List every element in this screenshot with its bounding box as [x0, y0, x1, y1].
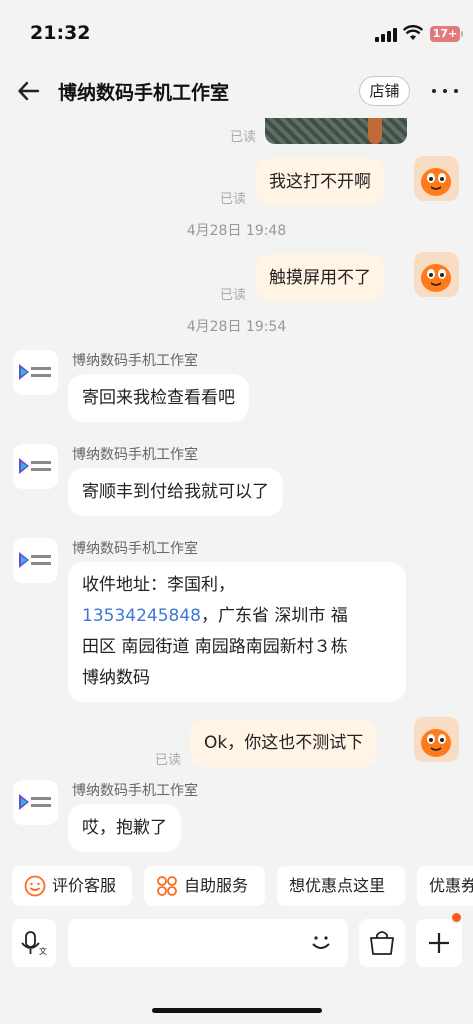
coupon-chip[interactable]: 优惠券: [417, 866, 473, 906]
microphone-icon: 文: [21, 931, 47, 956]
status-bar: 21:32 17+: [0, 0, 473, 60]
shop-avatar[interactable]: [13, 538, 58, 583]
shop-avatar[interactable]: [13, 780, 58, 825]
shopping-bag-button[interactable]: [359, 919, 405, 967]
chip-label: 自助服务: [184, 876, 249, 895]
my-message[interactable]: 触摸屏用不了: [255, 254, 385, 302]
store-button[interactable]: 店铺: [359, 76, 410, 106]
address-line: 田区 南园街道 南园路南园新村３栋: [82, 637, 348, 657]
sender-name: 博纳数码手机工作室: [72, 353, 198, 369]
address-line: 博纳数码: [82, 668, 150, 688]
shop-message[interactable]: 哎，抱歉了: [68, 804, 181, 852]
address-line: 13534245848，广东省 深圳市 福: [82, 601, 392, 632]
shop-message[interactable]: 寄回来我检查看看吧: [68, 374, 249, 422]
chat-area[interactable]: 已读 我这打不开啊 已读 4月28日 19:48 触摸屏用不了 已读 4月28日…: [0, 118, 473, 868]
phone-number-link[interactable]: 13534245848: [82, 606, 201, 626]
timestamp: 4月28日 19:48: [186, 223, 287, 239]
my-avatar[interactable]: [414, 717, 459, 762]
shop-avatar[interactable]: [13, 444, 58, 489]
clock: 21:32: [30, 22, 91, 44]
my-message[interactable]: 我这打不开啊: [255, 158, 385, 206]
chip-label: 想优惠点这里: [289, 876, 386, 895]
discount-chip[interactable]: 想优惠点这里: [277, 866, 405, 906]
wifi-icon: [403, 25, 423, 40]
quick-actions-bar: 评价客服 自助服务 想优惠点这里 优惠券: [0, 866, 473, 908]
my-avatar[interactable]: [414, 156, 459, 201]
shop-message[interactable]: 寄顺丰到付给我就可以了: [68, 468, 283, 516]
chip-label: 评价客服: [52, 876, 117, 895]
orange-mascot-icon: [421, 729, 451, 757]
timestamp: 4月28日 19:54: [186, 319, 287, 335]
address-text: ，广东省 深圳市 福: [200, 606, 348, 626]
plus-icon: [429, 933, 449, 953]
voice-input-button[interactable]: 文: [12, 919, 56, 967]
shop-logo-icon: [19, 794, 51, 810]
orange-mascot-icon: [421, 168, 451, 196]
sender-name: 博纳数码手机工作室: [72, 783, 198, 799]
smile-icon: [24, 875, 46, 897]
shop-avatar[interactable]: [13, 350, 58, 395]
read-receipt: 已读: [230, 130, 257, 145]
chat-header: 博纳数码手机工作室 店铺: [0, 60, 473, 120]
input-bar: 文: [0, 911, 473, 975]
my-avatar[interactable]: [414, 252, 459, 297]
self-service-chip[interactable]: 自助服务: [144, 866, 265, 906]
shopping-bag-icon: [370, 931, 394, 955]
image-message[interactable]: [265, 118, 407, 144]
grid-icon: [157, 876, 177, 896]
shop-logo-icon: [19, 552, 51, 568]
sender-name: 博纳数码手机工作室: [72, 447, 198, 463]
more-functions-button[interactable]: [416, 919, 462, 967]
address-line: 收件地址：李国利，: [82, 575, 235, 595]
read-receipt: 已读: [220, 192, 247, 207]
signal-icon: [375, 28, 397, 42]
shop-logo-icon: [19, 364, 51, 380]
back-arrow-icon[interactable]: [16, 78, 42, 104]
read-receipt: 已读: [155, 753, 182, 768]
home-indicator[interactable]: [152, 1008, 322, 1013]
svg-text:文: 文: [39, 946, 47, 956]
emoji-icon[interactable]: [308, 929, 334, 955]
notification-dot: [450, 911, 463, 924]
chip-label: 优惠券: [429, 876, 473, 895]
my-message[interactable]: Ok，你这也不测试下: [190, 719, 378, 767]
battery-indicator: 17+: [430, 26, 463, 42]
rate-service-chip[interactable]: 评价客服: [12, 866, 132, 906]
orange-mascot-icon: [421, 264, 451, 292]
read-receipt: 已读: [220, 288, 247, 303]
page-title: 博纳数码手机工作室: [58, 82, 230, 104]
more-options-icon[interactable]: [430, 80, 460, 100]
sender-name: 博纳数码手机工作室: [72, 541, 198, 557]
shop-address-message[interactable]: 收件地址：李国利， 13534245848，广东省 深圳市 福 田区 南园街道 …: [68, 562, 406, 702]
message-input[interactable]: [68, 919, 348, 967]
shop-logo-icon: [19, 458, 51, 474]
